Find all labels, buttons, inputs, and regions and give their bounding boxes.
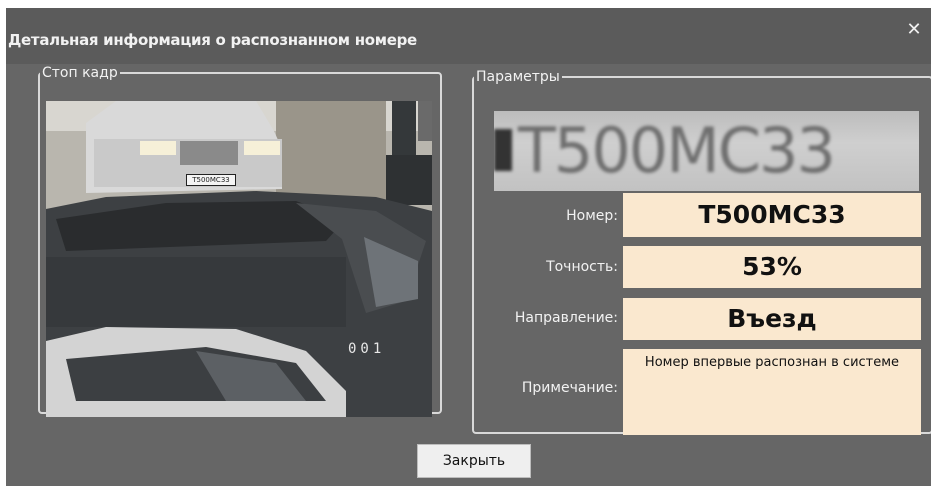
direction-label: Направление: [514,310,618,326]
stop-frame-group: Стоп кадр T500MC33 001 [38,65,442,417]
number-label: Номер: [566,208,618,224]
stop-frame-legend: Стоп кадр [42,65,118,81]
close-icon[interactable]: ✕ [905,20,923,38]
stop-frame-image: T500MC33 001 [46,101,432,417]
parameters-legend: Параметры [476,69,560,85]
camera-number: 001 [348,341,386,357]
accuracy-value: 53% [623,246,921,288]
direction-value: Въезд [623,298,921,340]
note-label: Примечание: [521,380,618,396]
recognition-details-dialog: Детальная информация о распознанном номе… [6,8,931,486]
close-button[interactable]: Закрыть [417,444,531,478]
dialog-title: Детальная информация о распознанном номе… [8,31,417,49]
parameters-group: Параметры T500MC33 Номер: T500MC33 Точно… [472,69,931,435]
number-value: T500MC33 [623,193,921,237]
car-license-plate: T500MC33 [186,174,236,186]
dialog-titlebar: Детальная информация о распознанном номе… [6,8,931,64]
note-value: Номер впервые распознан в системе [623,349,921,435]
camera-snapshot [46,101,432,417]
plate-crop-image: T500MC33 [494,111,919,191]
plate-crop-text: T500MC33 [518,114,836,187]
accuracy-label: Точность: [546,259,618,275]
plate-edge-shadow [494,129,512,171]
